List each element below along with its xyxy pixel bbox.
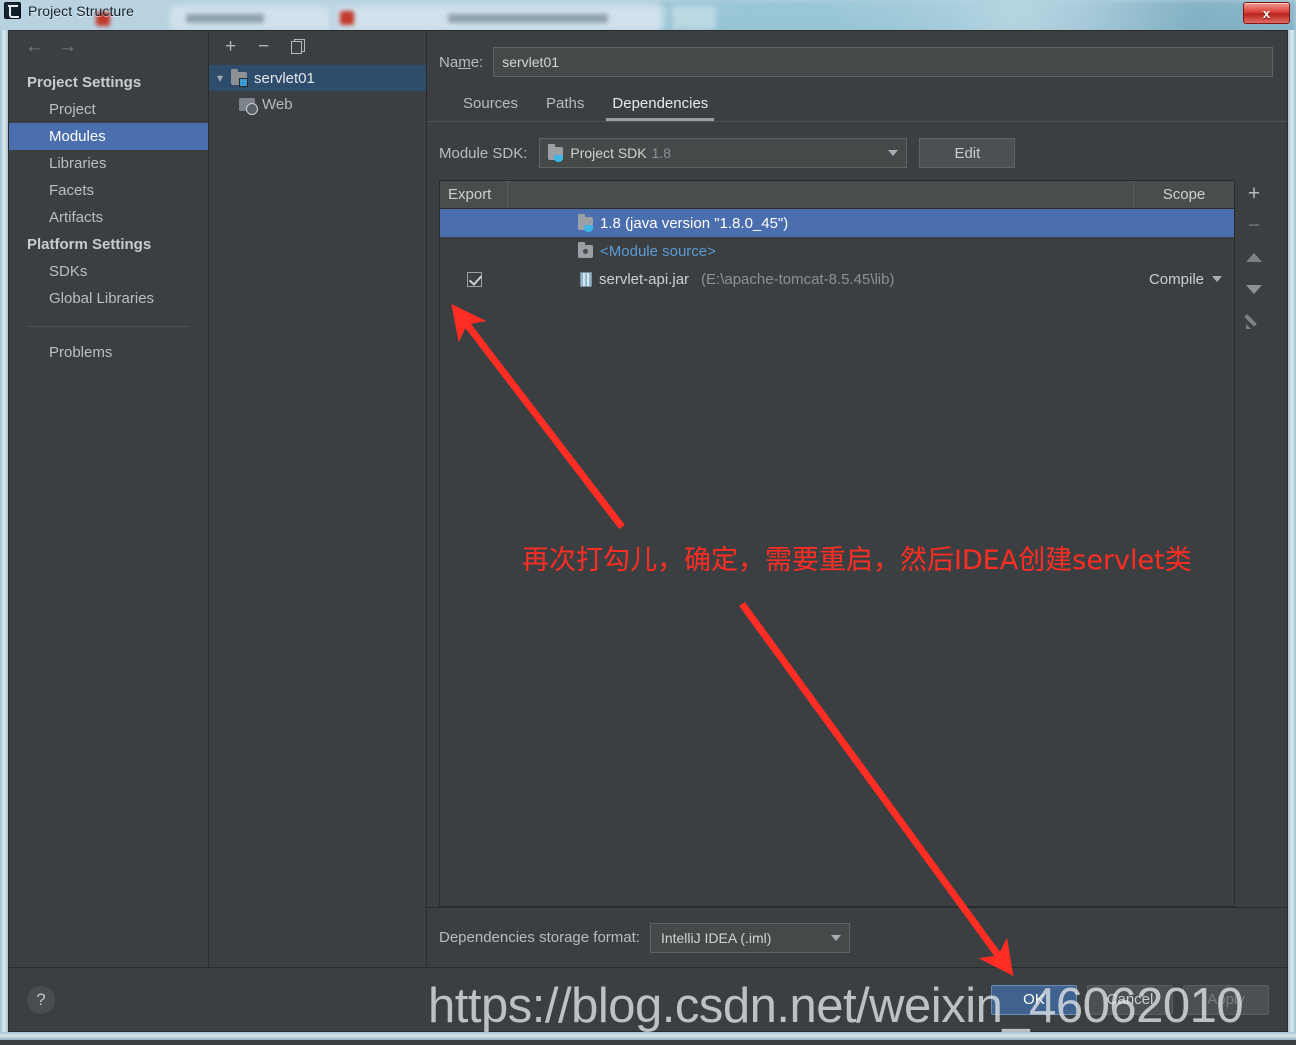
export-checkbox[interactable] [466,271,482,287]
tree-node-web[interactable]: Web [209,91,426,117]
module-sdk-version: 1.8 [651,145,672,161]
project-structure-dialog: Project Structure x ← → Project Settings… [0,0,1296,1040]
module-source-icon [578,241,593,258]
sidebar-item-global-libraries[interactable]: Global Libraries [9,285,208,312]
tab-sources[interactable]: Sources [449,91,532,121]
jar-icon [580,271,592,287]
edit-sdk-button[interactable]: Edit [919,138,1016,168]
modules-tree-body: ▾ servlet01 Web [209,61,426,117]
module-folder-icon [231,68,248,87]
cell-export [440,271,508,287]
title-bar: Project Structure x [0,0,1296,30]
storage-format-label: Dependencies storage format: [439,929,640,946]
tree-node-label: Web [262,95,293,113]
chevron-down-icon [888,150,899,156]
storage-format-row: Dependencies storage format: IntelliJ ID… [427,907,1287,967]
tree-node-servlet01[interactable]: ▾ servlet01 [209,65,426,91]
copy-module-icon[interactable] [291,38,306,54]
sidebar-list: Project Settings Project Modules Librari… [9,61,208,366]
dialog-upper-area: ← → Project Settings Project Modules Lib… [9,31,1287,967]
watermark-text: https://blog.csdn.net/weixin_46062010 [428,979,1244,1033]
tree-node-label: servlet01 [254,69,315,87]
dependencies-table-body: 1.8 (java version "1.8.0_45") <Module so… [440,209,1234,906]
modules-tree-panel: + − ▾ servlet01 Web [209,31,427,967]
tab-paths[interactable]: Paths [532,91,598,121]
module-editor-panel: Name: servlet01 Sources Paths Dependenci… [427,31,1287,967]
tab-dependencies[interactable]: Dependencies [598,91,722,121]
edit-dependency-button[interactable] [1243,310,1265,332]
jdk-icon [578,213,593,232]
module-sdk-label: Module SDK: [439,144,528,162]
move-down-button[interactable] [1243,278,1265,300]
module-name-row: Name: servlet01 [427,31,1287,77]
dialog-content: ← → Project Settings Project Modules Lib… [8,30,1288,1032]
dependency-path: (E:\apache-tomcat-8.5.45\lib) [701,270,895,288]
chevron-down-icon[interactable]: ▾ [209,71,231,85]
name-label: Name: [439,53,484,71]
sidebar-group-project-settings: Project Settings [27,74,142,91]
column-header-scope[interactable]: Scope [1134,181,1234,208]
table-row[interactable]: servlet-api.jar (E:\apache-tomcat-8.5.45… [440,265,1234,293]
window-title: Project Structure [28,2,134,19]
remove-module-button[interactable]: − [258,37,269,56]
sidebar-item-artifacts[interactable]: Artifacts [9,204,208,231]
sidebar-group-platform-settings: Platform Settings [27,236,152,253]
column-header-export[interactable]: Export [440,181,508,208]
dependencies-table-header: Export Scope [440,181,1234,209]
module-sdk-dropdown[interactable]: Project SDK 1.8 [539,138,908,168]
web-facet-icon [239,97,258,115]
edit-sdk-label: Edit [954,144,981,162]
arrow-left-icon[interactable]: ← [25,37,44,56]
remove-dependency-button[interactable]: − [1243,214,1265,236]
cell-scope[interactable]: Compile [1122,271,1234,288]
module-sdk-row: Module SDK: Project SDK 1.8 Edit [427,122,1287,180]
arrow-right-icon[interactable]: → [58,37,77,56]
dependency-name: servlet-api.jar [599,270,690,288]
cell-name: 1.8 (java version "1.8.0_45") [508,213,1122,232]
storage-format-value: IntelliJ IDEA (.iml) [660,929,772,946]
module-tabs: Sources Paths Dependencies [427,77,1287,121]
sidebar-item-facets[interactable]: Facets [9,177,208,204]
column-header-name[interactable] [508,181,1134,208]
move-up-button[interactable] [1243,246,1265,268]
sidebar-item-project[interactable]: Project [9,96,208,123]
module-name-input[interactable]: servlet01 [493,47,1273,77]
chevron-down-icon [830,934,841,941]
table-row[interactable]: 1.8 (java version "1.8.0_45") [440,209,1234,237]
dependency-name: 1.8 (java version "1.8.0_45") [600,214,789,232]
dependency-scope: Compile [1148,270,1204,288]
sidebar-item-problems[interactable]: Problems [9,339,208,366]
dependencies-table-area: Export Scope 1.8 (java version "1.8.0_45… [427,180,1287,907]
help-button[interactable]: ? [27,985,55,1014]
add-module-button[interactable]: + [225,37,236,56]
chevron-down-icon [1212,276,1222,282]
sidebar-item-libraries[interactable]: Libraries [9,150,208,177]
dependency-name: <Module source> [600,242,716,260]
close-icon: x [1262,5,1271,21]
sidebar-item-modules[interactable]: Modules [9,123,208,150]
sidebar-divider [27,326,190,327]
storage-format-dropdown[interactable]: IntelliJ IDEA (.iml) [649,922,850,953]
module-sdk-value: Project SDK [570,145,647,161]
pencil-icon [1246,313,1262,329]
sidebar-item-sdks[interactable]: SDKs [9,258,208,285]
title-bar-left: Project Structure [4,2,134,19]
cell-name: <Module source> [508,241,1122,260]
sidebar-nav-bar: ← → [9,31,208,61]
jdk-icon [548,143,564,162]
table-row[interactable]: <Module source> [440,237,1234,265]
close-window-button[interactable]: x [1243,2,1290,24]
settings-sidebar: ← → Project Settings Project Modules Lib… [9,31,209,967]
dependencies-toolbar: + − [1235,180,1273,907]
question-mark-icon: ? [36,989,46,1009]
cell-name: servlet-api.jar (E:\apache-tomcat-8.5.45… [508,271,1122,288]
intellij-idea-icon [4,2,21,19]
modules-tree-toolbar: + − [209,31,426,61]
dependencies-table: Export Scope 1.8 (java version "1.8.0_45… [439,180,1235,907]
add-dependency-button[interactable]: + [1243,182,1265,204]
